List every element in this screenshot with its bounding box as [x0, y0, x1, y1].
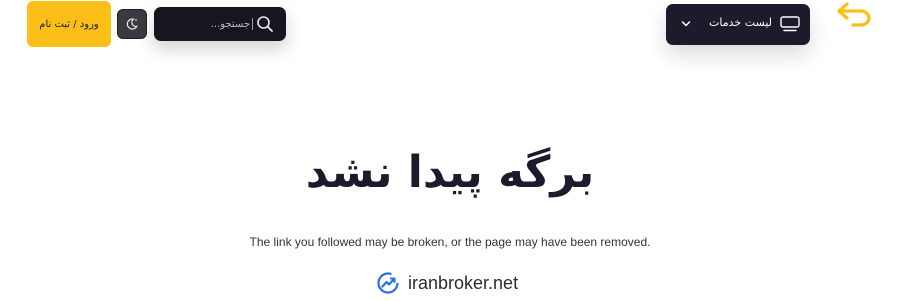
brand-name: iranbroker.net — [408, 272, 519, 293]
services-menu-label: لیست خدمات — [709, 16, 772, 29]
error-message: The link you followed may be broken, or … — [249, 235, 651, 249]
search-box — [154, 7, 286, 41]
page-title: برگه پیدا نشد — [305, 147, 595, 198]
search-separator — [252, 18, 253, 30]
back-arrow-icon[interactable] — [835, 0, 875, 28]
login-register-label: ورود / ثبت نام — [39, 18, 99, 30]
chevron-down-icon — [681, 21, 691, 27]
login-register-button[interactable]: ورود / ثبت نام — [27, 1, 111, 47]
top-bar: ورود / ثبت نام لیست خدمات — [0, 0, 900, 60]
brand-logo[interactable]: iranbroker.net — [376, 270, 518, 296]
brand-logo-icon — [377, 272, 399, 294]
search-input[interactable] — [170, 15, 250, 33]
services-menu-button[interactable]: لیست خدمات — [666, 4, 810, 45]
monitor-icon — [780, 16, 800, 32]
search-icon[interactable] — [256, 15, 274, 33]
moon-icon — [126, 18, 138, 30]
theme-toggle-button[interactable] — [117, 9, 147, 39]
